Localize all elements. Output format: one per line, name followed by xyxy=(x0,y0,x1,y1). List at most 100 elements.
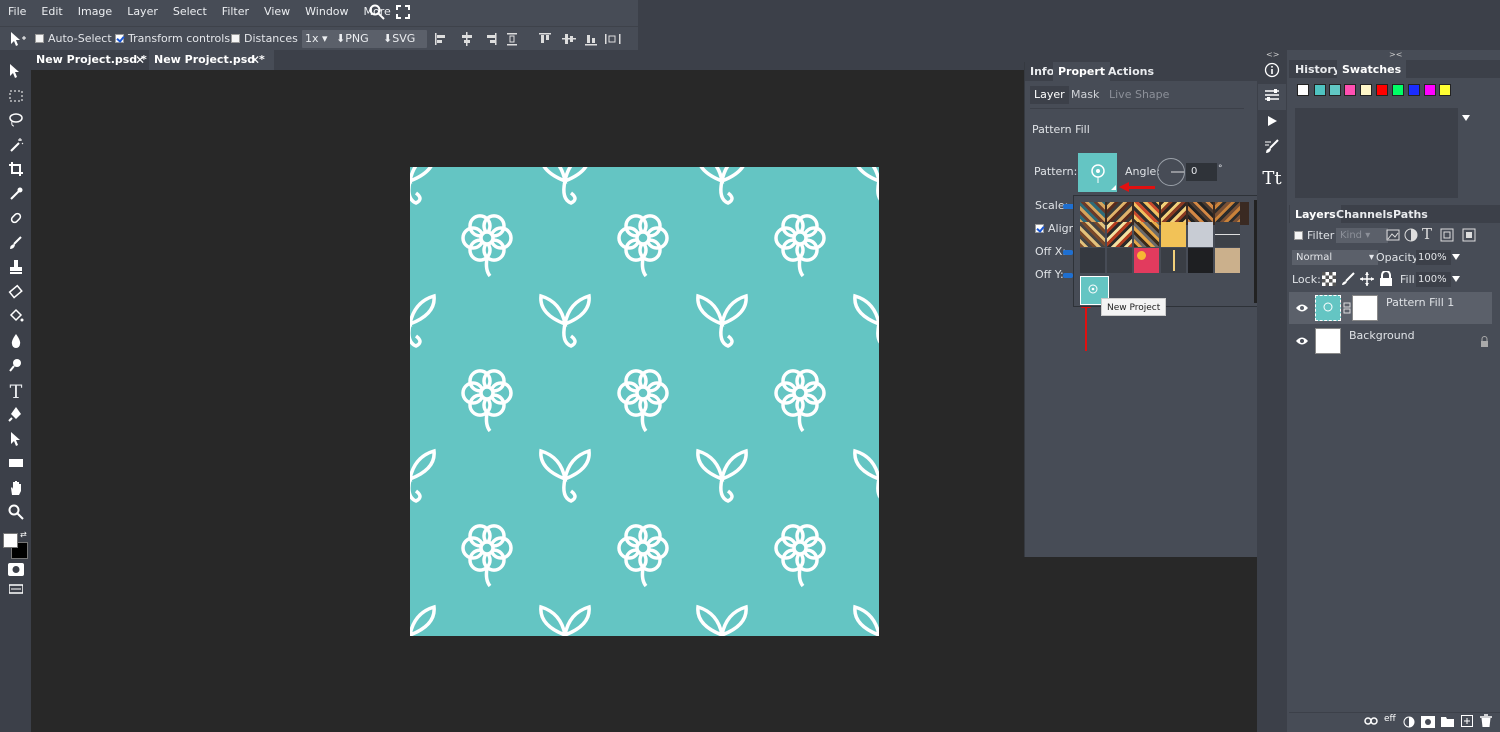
stamp-tool-icon[interactable] xyxy=(6,259,26,279)
tab-properties[interactable]: Propert xyxy=(1053,62,1111,81)
visibility-eye-icon[interactable] xyxy=(1295,303,1309,313)
subtab-layer[interactable]: Layer xyxy=(1030,86,1069,104)
pattern-swatch[interactable] xyxy=(1134,222,1159,247)
fill-input[interactable]: 100% xyxy=(1416,272,1451,287)
angle-input[interactable]: 0 xyxy=(1186,163,1217,181)
distribute-horizontal-icon[interactable] xyxy=(604,33,622,45)
angle-dial[interactable] xyxy=(1157,158,1185,186)
pattern-swatch[interactable] xyxy=(1188,222,1213,247)
swap-colors-icon[interactable]: ⇄ xyxy=(20,531,28,539)
properties-icon[interactable] xyxy=(1258,84,1286,110)
align-top-icon[interactable] xyxy=(538,32,552,46)
shape-tool-icon[interactable] xyxy=(6,455,26,475)
color-swatch[interactable] xyxy=(1439,84,1451,96)
tab-actions[interactable]: Actions xyxy=(1103,62,1159,81)
lock-transparency-icon[interactable] xyxy=(1322,272,1336,286)
eyedropper-icon[interactable] xyxy=(6,186,26,206)
info-icon[interactable] xyxy=(1258,60,1286,86)
close-icon[interactable]: ✕ xyxy=(135,50,145,70)
brush-settings-icon[interactable] xyxy=(1258,137,1286,163)
export-svg-button[interactable]: ⬇SVG xyxy=(380,30,427,48)
pattern-swatch[interactable] xyxy=(1161,222,1186,247)
pattern-swatch[interactable] xyxy=(1107,248,1132,273)
layer-row-background[interactable]: Background xyxy=(1289,325,1492,357)
color-swatch[interactable] xyxy=(1314,84,1326,96)
tab-swatches[interactable]: Swatches xyxy=(1337,60,1407,79)
document-tab-2[interactable]: New Project.psd * ✕ xyxy=(149,50,274,70)
paint-bucket-icon[interactable] xyxy=(6,308,26,328)
subtab-live-shape[interactable]: Live Shape xyxy=(1105,86,1173,104)
filter-checkbox[interactable]: Filter xyxy=(1294,229,1334,243)
brush-tool-icon[interactable] xyxy=(6,235,26,255)
color-swatch[interactable] xyxy=(1344,84,1356,96)
menu-select[interactable]: Select xyxy=(165,0,214,24)
new-folder-icon[interactable] xyxy=(1441,716,1454,727)
align-checkbox[interactable]: Align xyxy=(1035,222,1076,236)
align-right-icon[interactable] xyxy=(484,32,498,46)
type-filter-icon[interactable]: T xyxy=(1422,226,1436,242)
document-canvas[interactable] xyxy=(410,167,879,636)
color-swatch[interactable] xyxy=(1392,84,1404,96)
layer-row-pattern-fill[interactable]: Pattern Fill 1 xyxy=(1289,292,1492,324)
marquee-tool-icon[interactable] xyxy=(6,88,26,108)
menu-layer[interactable]: Layer xyxy=(119,0,165,24)
align-left-icon[interactable] xyxy=(434,32,448,46)
adjustment-layer-icon[interactable] xyxy=(1403,716,1415,728)
pattern-swatch[interactable] xyxy=(1161,248,1186,273)
screen-mode-icon[interactable] xyxy=(8,584,24,594)
lock-all-icon[interactable] xyxy=(1379,270,1393,287)
pattern-swatch[interactable] xyxy=(1107,222,1132,247)
opacity-dropdown-icon[interactable] xyxy=(1452,254,1460,260)
kind-select[interactable]: Kind ▾ xyxy=(1336,228,1388,243)
layer-mask-thumbnail[interactable] xyxy=(1352,295,1378,321)
pattern-picker[interactable] xyxy=(1078,153,1117,192)
hand-tool-icon[interactable] xyxy=(6,480,26,500)
crop-tool-icon[interactable] xyxy=(6,161,26,181)
shape-filter-icon[interactable] xyxy=(1440,228,1454,242)
menu-image[interactable]: Image xyxy=(70,0,119,24)
move-tool-icon[interactable] xyxy=(9,31,27,47)
new-layer-icon[interactable] xyxy=(1461,715,1473,727)
tab-paths[interactable]: Paths xyxy=(1388,205,1433,224)
blend-mode-select[interactable]: Normal ▾ xyxy=(1292,250,1378,265)
quick-mask-icon[interactable] xyxy=(8,563,24,576)
pattern-swatch[interactable] xyxy=(1134,248,1159,273)
blur-tool-icon[interactable] xyxy=(6,333,26,353)
play-icon[interactable] xyxy=(1258,109,1286,135)
pattern-swatch[interactable] xyxy=(1215,222,1240,247)
color-swatch[interactable] xyxy=(1360,84,1372,96)
subtab-mask[interactable]: Mask xyxy=(1067,86,1103,104)
auto-select-checkbox[interactable]: Auto-Select xyxy=(35,27,112,51)
character-icon[interactable]: Tt xyxy=(1258,166,1286,192)
color-swatch[interactable] xyxy=(1408,84,1420,96)
menu-window[interactable]: Window xyxy=(297,0,355,24)
lock-pixels-icon[interactable] xyxy=(1341,272,1355,286)
adjustment-filter-icon[interactable] xyxy=(1404,228,1418,242)
visibility-eye-icon[interactable] xyxy=(1295,336,1309,346)
path-select-icon[interactable] xyxy=(6,431,26,451)
lasso-tool-icon[interactable] xyxy=(6,112,26,132)
offy-slider[interactable] xyxy=(1063,273,1073,278)
healing-brush-icon[interactable] xyxy=(6,210,26,230)
opacity-input[interactable]: 100% xyxy=(1416,250,1451,265)
fill-dropdown-icon[interactable] xyxy=(1452,276,1460,282)
image-filter-icon[interactable] xyxy=(1386,228,1400,242)
menu-view[interactable]: View xyxy=(256,0,297,24)
color-swatch[interactable] xyxy=(1424,84,1436,96)
menu-file[interactable]: File xyxy=(0,0,33,24)
pattern-swatch[interactable] xyxy=(1215,248,1240,273)
effects-link[interactable]: eff xyxy=(1384,714,1396,724)
eraser-tool-icon[interactable] xyxy=(6,284,26,304)
add-mask-icon[interactable] xyxy=(1421,716,1435,728)
pattern-swatch[interactable] xyxy=(1188,248,1213,273)
scale-dropdown[interactable]: 1x ▾ xyxy=(302,30,335,48)
align-center-icon[interactable] xyxy=(460,32,474,46)
magic-wand-icon[interactable] xyxy=(6,137,26,157)
color-swatch[interactable] xyxy=(1376,84,1388,96)
menu-filter[interactable]: Filter xyxy=(214,0,256,24)
pen-tool-icon[interactable] xyxy=(6,406,26,426)
type-tool-icon[interactable]: T xyxy=(6,382,26,402)
link-layers-icon[interactable] xyxy=(1364,716,1378,726)
collapse-icon[interactable]: >< xyxy=(1389,50,1402,59)
delete-layer-icon[interactable] xyxy=(1480,714,1492,728)
